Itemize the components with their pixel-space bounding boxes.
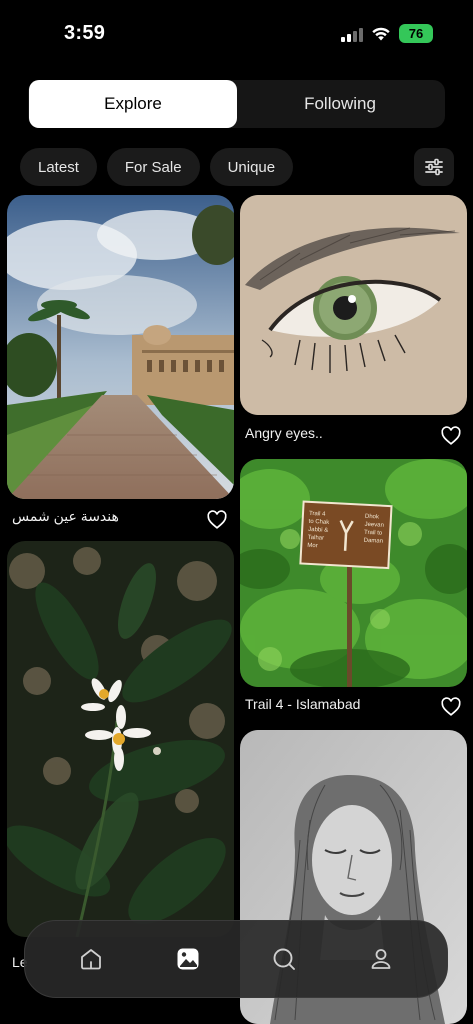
sign-text: to Chak (308, 519, 330, 526)
feed-segmented-control: Explore Following (28, 80, 445, 128)
post-image[interactable] (7, 541, 234, 937)
sign-text: Trail to (364, 530, 383, 537)
sign-text: Jeevan (364, 522, 384, 529)
post-image[interactable] (240, 195, 467, 415)
sign-text: Talhar (308, 535, 325, 542)
filter-chips: Latest For Sale Unique (20, 148, 294, 186)
gallery-icon (177, 948, 199, 970)
post-image[interactable]: Trail 4 to Chak Jabbi & Talhar Mor Dhok … (240, 459, 467, 687)
filter-settings-button[interactable] (414, 148, 454, 186)
nav-gallery[interactable] (166, 937, 210, 981)
status-icons: 76 (341, 24, 433, 43)
profile-icon (371, 949, 391, 969)
post-card[interactable]: هندسة عين شمس (7, 195, 234, 531)
sign-text: Jabbi & (308, 527, 328, 534)
nav-profile[interactable] (359, 937, 403, 981)
bottom-nav-bar (24, 920, 448, 998)
sign-text: Daman (364, 538, 384, 545)
battery-level: 76 (408, 26, 424, 41)
post-caption: هندسة عين شمس (12, 508, 119, 524)
status-time: 3:59 (64, 22, 106, 44)
search-icon (273, 948, 296, 970)
status-bar: 3:59 76 (0, 0, 473, 60)
chip-unique[interactable]: Unique (209, 148, 294, 186)
tab-explore[interactable]: Explore (29, 80, 237, 128)
post-caption: Trail 4 - Islamabad (245, 696, 361, 712)
post-image[interactable] (7, 195, 234, 499)
wifi-icon (372, 27, 390, 40)
tab-following[interactable]: Following (236, 80, 444, 128)
sign-text: Mor (307, 543, 318, 550)
heart-icon[interactable] (440, 696, 462, 718)
sign-text: Trail 4 (309, 511, 326, 518)
chip-latest[interactable]: Latest (20, 148, 97, 186)
post-card[interactable]: Le (7, 541, 234, 971)
nav-home[interactable] (69, 937, 113, 981)
post-caption: Angry eyes.. (245, 425, 323, 441)
home-icon (81, 949, 102, 970)
post-card[interactable]: Angry eyes.. (240, 195, 467, 449)
heart-icon[interactable] (440, 425, 462, 447)
sign-text: Dhok (365, 514, 380, 521)
sliders-icon (425, 158, 443, 176)
battery-indicator: 76 (399, 24, 433, 43)
cellular-signal-icon (341, 26, 363, 42)
heart-icon[interactable] (206, 509, 228, 531)
chip-for-sale[interactable]: For Sale (106, 148, 200, 186)
post-card[interactable]: Trail 4 to Chak Jabbi & Talhar Mor Dhok … (240, 459, 467, 721)
nav-search[interactable] (262, 937, 306, 981)
